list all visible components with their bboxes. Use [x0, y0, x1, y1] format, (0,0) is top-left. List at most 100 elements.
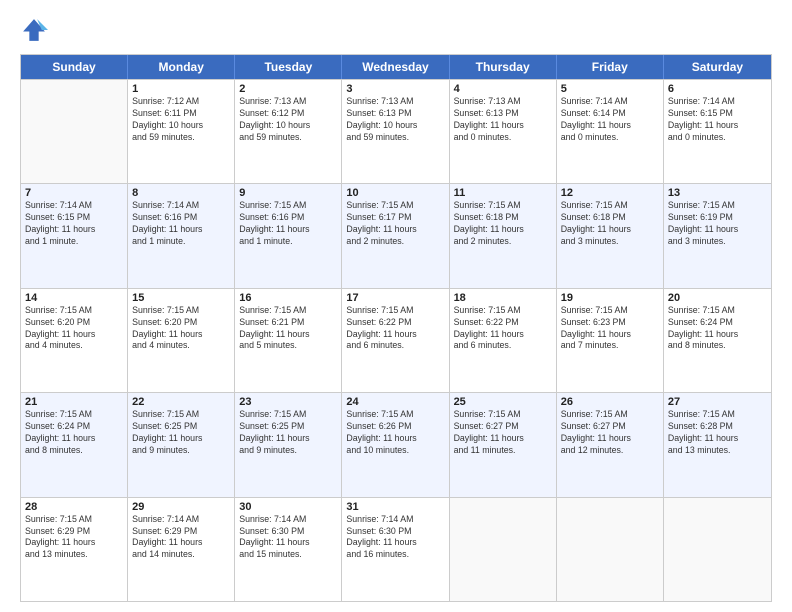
day-number: 2 — [239, 83, 337, 95]
day-number: 20 — [668, 292, 767, 304]
calendar-cell — [450, 498, 557, 601]
day-info: Sunrise: 7:15 AM Sunset: 6:22 PM Dayligh… — [346, 305, 444, 353]
day-info: Sunrise: 7:15 AM Sunset: 6:25 PM Dayligh… — [239, 409, 337, 457]
calendar-cell: 10Sunrise: 7:15 AM Sunset: 6:17 PM Dayli… — [342, 184, 449, 287]
day-info: Sunrise: 7:15 AM Sunset: 6:22 PM Dayligh… — [454, 305, 552, 353]
calendar-cell: 25Sunrise: 7:15 AM Sunset: 6:27 PM Dayli… — [450, 393, 557, 496]
header-day-tuesday: Tuesday — [235, 55, 342, 79]
calendar-body: 1Sunrise: 7:12 AM Sunset: 6:11 PM Daylig… — [21, 79, 771, 601]
calendar-cell: 16Sunrise: 7:15 AM Sunset: 6:21 PM Dayli… — [235, 289, 342, 392]
day-info: Sunrise: 7:15 AM Sunset: 6:17 PM Dayligh… — [346, 200, 444, 248]
calendar-cell: 24Sunrise: 7:15 AM Sunset: 6:26 PM Dayli… — [342, 393, 449, 496]
day-info: Sunrise: 7:15 AM Sunset: 6:20 PM Dayligh… — [25, 305, 123, 353]
day-number: 10 — [346, 187, 444, 199]
day-number: 23 — [239, 396, 337, 408]
day-number: 9 — [239, 187, 337, 199]
day-number: 16 — [239, 292, 337, 304]
day-info: Sunrise: 7:15 AM Sunset: 6:19 PM Dayligh… — [668, 200, 767, 248]
calendar-cell: 3Sunrise: 7:13 AM Sunset: 6:13 PM Daylig… — [342, 80, 449, 183]
day-number: 3 — [346, 83, 444, 95]
calendar-cell: 30Sunrise: 7:14 AM Sunset: 6:30 PM Dayli… — [235, 498, 342, 601]
header-day-wednesday: Wednesday — [342, 55, 449, 79]
day-info: Sunrise: 7:14 AM Sunset: 6:15 PM Dayligh… — [25, 200, 123, 248]
day-number: 26 — [561, 396, 659, 408]
calendar-cell: 13Sunrise: 7:15 AM Sunset: 6:19 PM Dayli… — [664, 184, 771, 287]
day-info: Sunrise: 7:14 AM Sunset: 6:29 PM Dayligh… — [132, 514, 230, 562]
calendar-cell: 20Sunrise: 7:15 AM Sunset: 6:24 PM Dayli… — [664, 289, 771, 392]
calendar-cell: 14Sunrise: 7:15 AM Sunset: 6:20 PM Dayli… — [21, 289, 128, 392]
day-info: Sunrise: 7:14 AM Sunset: 6:15 PM Dayligh… — [668, 96, 767, 144]
calendar: SundayMondayTuesdayWednesdayThursdayFrid… — [20, 54, 772, 602]
calendar-week-5: 28Sunrise: 7:15 AM Sunset: 6:29 PM Dayli… — [21, 497, 771, 601]
header-day-saturday: Saturday — [664, 55, 771, 79]
day-info: Sunrise: 7:15 AM Sunset: 6:25 PM Dayligh… — [132, 409, 230, 457]
calendar-cell: 19Sunrise: 7:15 AM Sunset: 6:23 PM Dayli… — [557, 289, 664, 392]
calendar-week-3: 14Sunrise: 7:15 AM Sunset: 6:20 PM Dayli… — [21, 288, 771, 392]
day-info: Sunrise: 7:14 AM Sunset: 6:14 PM Dayligh… — [561, 96, 659, 144]
calendar-cell: 27Sunrise: 7:15 AM Sunset: 6:28 PM Dayli… — [664, 393, 771, 496]
day-info: Sunrise: 7:12 AM Sunset: 6:11 PM Dayligh… — [132, 96, 230, 144]
calendar-week-1: 1Sunrise: 7:12 AM Sunset: 6:11 PM Daylig… — [21, 79, 771, 183]
day-number: 21 — [25, 396, 123, 408]
day-number: 19 — [561, 292, 659, 304]
calendar-cell: 23Sunrise: 7:15 AM Sunset: 6:25 PM Dayli… — [235, 393, 342, 496]
calendar-cell: 28Sunrise: 7:15 AM Sunset: 6:29 PM Dayli… — [21, 498, 128, 601]
calendar-cell: 6Sunrise: 7:14 AM Sunset: 6:15 PM Daylig… — [664, 80, 771, 183]
day-info: Sunrise: 7:14 AM Sunset: 6:30 PM Dayligh… — [346, 514, 444, 562]
calendar-cell: 12Sunrise: 7:15 AM Sunset: 6:18 PM Dayli… — [557, 184, 664, 287]
day-number: 5 — [561, 83, 659, 95]
day-info: Sunrise: 7:15 AM Sunset: 6:21 PM Dayligh… — [239, 305, 337, 353]
header-day-friday: Friday — [557, 55, 664, 79]
day-number: 11 — [454, 187, 552, 199]
calendar-cell: 5Sunrise: 7:14 AM Sunset: 6:14 PM Daylig… — [557, 80, 664, 183]
day-number: 15 — [132, 292, 230, 304]
day-info: Sunrise: 7:13 AM Sunset: 6:13 PM Dayligh… — [454, 96, 552, 144]
calendar-cell: 22Sunrise: 7:15 AM Sunset: 6:25 PM Dayli… — [128, 393, 235, 496]
day-info: Sunrise: 7:14 AM Sunset: 6:16 PM Dayligh… — [132, 200, 230, 248]
day-info: Sunrise: 7:15 AM Sunset: 6:29 PM Dayligh… — [25, 514, 123, 562]
day-number: 18 — [454, 292, 552, 304]
header-day-sunday: Sunday — [21, 55, 128, 79]
day-number: 17 — [346, 292, 444, 304]
day-info: Sunrise: 7:15 AM Sunset: 6:27 PM Dayligh… — [454, 409, 552, 457]
day-info: Sunrise: 7:14 AM Sunset: 6:30 PM Dayligh… — [239, 514, 337, 562]
day-info: Sunrise: 7:15 AM Sunset: 6:18 PM Dayligh… — [561, 200, 659, 248]
header — [20, 16, 772, 44]
calendar-week-2: 7Sunrise: 7:14 AM Sunset: 6:15 PM Daylig… — [21, 183, 771, 287]
day-info: Sunrise: 7:13 AM Sunset: 6:12 PM Dayligh… — [239, 96, 337, 144]
day-info: Sunrise: 7:15 AM Sunset: 6:24 PM Dayligh… — [25, 409, 123, 457]
day-number: 24 — [346, 396, 444, 408]
day-number: 6 — [668, 83, 767, 95]
calendar-cell — [664, 498, 771, 601]
day-number: 29 — [132, 501, 230, 513]
day-info: Sunrise: 7:15 AM Sunset: 6:18 PM Dayligh… — [454, 200, 552, 248]
calendar-cell: 17Sunrise: 7:15 AM Sunset: 6:22 PM Dayli… — [342, 289, 449, 392]
calendar-cell: 26Sunrise: 7:15 AM Sunset: 6:27 PM Dayli… — [557, 393, 664, 496]
calendar-cell: 31Sunrise: 7:14 AM Sunset: 6:30 PM Dayli… — [342, 498, 449, 601]
calendar-cell: 7Sunrise: 7:14 AM Sunset: 6:15 PM Daylig… — [21, 184, 128, 287]
day-info: Sunrise: 7:15 AM Sunset: 6:16 PM Dayligh… — [239, 200, 337, 248]
day-info: Sunrise: 7:15 AM Sunset: 6:26 PM Dayligh… — [346, 409, 444, 457]
day-number: 7 — [25, 187, 123, 199]
day-number: 28 — [25, 501, 123, 513]
header-day-thursday: Thursday — [450, 55, 557, 79]
day-number: 12 — [561, 187, 659, 199]
calendar-cell: 8Sunrise: 7:14 AM Sunset: 6:16 PM Daylig… — [128, 184, 235, 287]
calendar-cell: 4Sunrise: 7:13 AM Sunset: 6:13 PM Daylig… — [450, 80, 557, 183]
day-info: Sunrise: 7:15 AM Sunset: 6:27 PM Dayligh… — [561, 409, 659, 457]
calendar-cell — [21, 80, 128, 183]
logo — [20, 16, 52, 44]
day-number: 13 — [668, 187, 767, 199]
day-number: 8 — [132, 187, 230, 199]
calendar-cell: 29Sunrise: 7:14 AM Sunset: 6:29 PM Dayli… — [128, 498, 235, 601]
calendar-cell: 18Sunrise: 7:15 AM Sunset: 6:22 PM Dayli… — [450, 289, 557, 392]
header-day-monday: Monday — [128, 55, 235, 79]
day-number: 25 — [454, 396, 552, 408]
day-info: Sunrise: 7:15 AM Sunset: 6:24 PM Dayligh… — [668, 305, 767, 353]
day-number: 22 — [132, 396, 230, 408]
day-info: Sunrise: 7:15 AM Sunset: 6:23 PM Dayligh… — [561, 305, 659, 353]
logo-icon — [20, 16, 48, 44]
page: SundayMondayTuesdayWednesdayThursdayFrid… — [0, 0, 792, 612]
calendar-cell: 1Sunrise: 7:12 AM Sunset: 6:11 PM Daylig… — [128, 80, 235, 183]
day-number: 27 — [668, 396, 767, 408]
